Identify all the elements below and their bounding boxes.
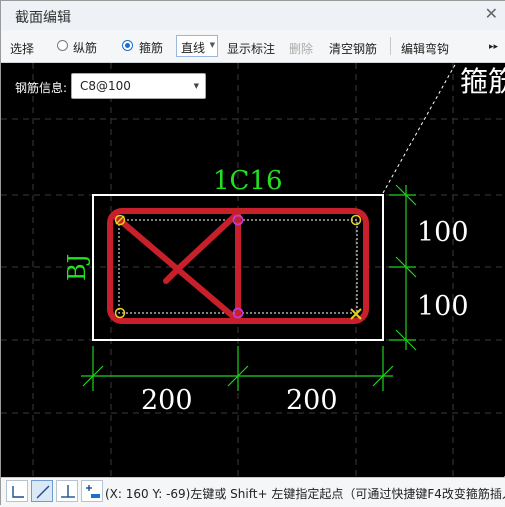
longitudinal-label[interactable]: 纵筋 <box>73 39 97 56</box>
top-rebar-label: 1C16 <box>213 166 283 196</box>
toolbar-divider <box>390 37 391 55</box>
chevron-down-icon: ▼ <box>193 82 199 90</box>
dim-bottom-right: 200 <box>286 385 338 416</box>
status-bar: (X: 160 Y: -69)左键或 Shift+ 左键指定起点（可通过快捷键F… <box>1 477 505 507</box>
title-bar: 截面编辑 ✕ <box>1 1 505 31</box>
perpendicular-tool-icon[interactable] <box>56 480 78 502</box>
line-mode-dropdown[interactable]: 直线 ▼ <box>176 35 218 57</box>
dim-right-upper: 100 <box>417 217 469 248</box>
dim-right-lower: 100 <box>417 291 469 322</box>
longitudinal-radio[interactable] <box>57 40 68 51</box>
line-tool-icon[interactable] <box>31 480 53 502</box>
clear-rebar-button[interactable]: 清空钢筋 <box>329 40 377 57</box>
corner-stirrup-text: 箍筋 <box>460 65 505 98</box>
side-label: BJ <box>63 254 91 281</box>
stirrup-radio[interactable] <box>122 40 133 51</box>
status-text: (X: 160 Y: -69)左键或 Shift+ 左键指定起点（可通过快捷键F… <box>105 487 505 501</box>
section-editor-window: 截面编辑 ✕ 选择 纵筋 箍筋 直线 ▼ 显示标注 删除 清空钢筋 编辑弯钩 ▸… <box>0 0 505 507</box>
close-icon[interactable]: ✕ <box>485 4 498 23</box>
select-button[interactable]: 选择 <box>10 40 34 57</box>
dim-bottom-left: 200 <box>141 385 193 416</box>
stirrup-label[interactable]: 箍筋 <box>139 39 163 56</box>
drawing-canvas[interactable]: 箍筋 1C16 BJ 100 100 200 200 <box>1 63 505 476</box>
rebar-info-label: 钢筋信息: <box>15 81 68 95</box>
corner-tool-icon[interactable] <box>6 480 28 502</box>
line-mode-value: 直线 <box>181 41 206 55</box>
edit-hook-button[interactable]: 编辑弯钩 <box>401 40 449 57</box>
add-point-tool-icon[interactable] <box>81 480 103 502</box>
rebar-info-select[interactable]: C8@100 ▼ <box>71 73 206 99</box>
window-title: 截面编辑 <box>15 10 71 26</box>
toolbar-overflow-icon[interactable]: ▸▸ <box>489 42 498 52</box>
rebar-info-value: C8@100 <box>80 79 131 93</box>
delete-button[interactable]: 删除 <box>289 40 313 57</box>
show-labels-button[interactable]: 显示标注 <box>227 40 275 57</box>
chevron-down-icon: ▼ <box>209 41 215 49</box>
